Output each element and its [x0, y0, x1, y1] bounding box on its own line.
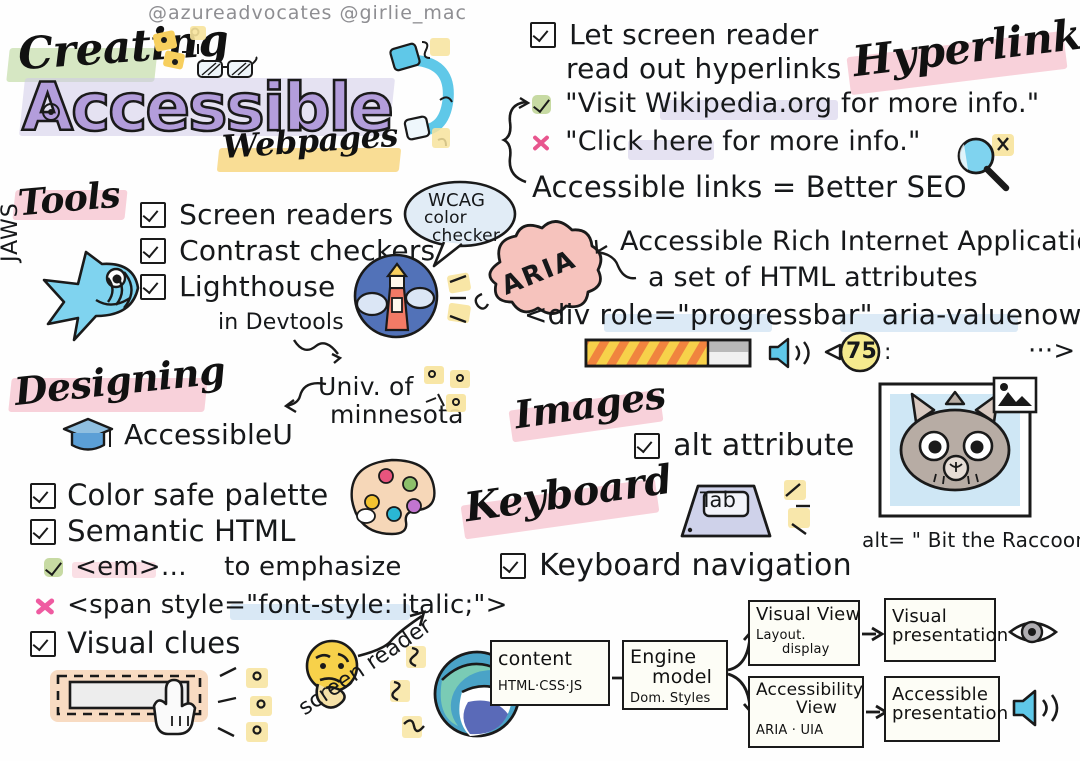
jaws-label: JAWS — [0, 202, 23, 262]
edge-sparkle-decor — [390, 646, 426, 738]
sound-waves-icon — [107, 271, 133, 309]
designing-item-1[interactable]: Color safe palette — [28, 478, 329, 512]
hyperlinks-item-1-line1: Let screen reader — [569, 18, 819, 51]
flow-node-accessibility-view-sub: ARIA · UIA — [756, 722, 824, 738]
sparkle-decor-2 — [424, 366, 470, 412]
cross-mark-icon — [530, 132, 552, 154]
hyperlinks-item-1-line2: read out hyperlinks — [566, 52, 842, 85]
devtools-note: in Devtools — [218, 310, 344, 335]
designing-item-3-label: <em>… — [75, 552, 187, 582]
seo-conclusion: Accessible links = Better SEO — [532, 170, 967, 204]
designing-item-2-label: Semantic HTML — [67, 514, 296, 548]
color-palette-icon — [350, 458, 436, 536]
keyboard-item-1-label: Keyboard navigation — [539, 548, 852, 583]
keyboard-sparkle-decor — [784, 480, 810, 535]
cross-mark-icon — [34, 595, 56, 617]
speaker-icon-2 — [1012, 689, 1059, 727]
hyperlinks-item-3-label: "Click here for more info." — [565, 126, 921, 157]
hyperlinks-item-1[interactable]: Let screen reader — [528, 18, 819, 51]
checkbox-icon[interactable] — [28, 518, 56, 545]
progress-value-label: 75 — [846, 339, 878, 364]
tools-heading: Tools — [16, 173, 122, 225]
wcag-bubble-line2: color — [424, 208, 467, 228]
designing-item-4-label: <span style="font-style: italic;"> — [67, 590, 508, 620]
checkbox-icon[interactable] — [498, 552, 526, 579]
flow-node-accessible-presentation[interactable]: Accessible presentation — [884, 676, 1009, 748]
flow-node-content[interactable]: content HTML·CSS·JS — [490, 640, 616, 712]
graduation-cap-icon — [62, 417, 114, 451]
checkbox-icon[interactable] — [528, 21, 556, 48]
progressbar-graphic — [584, 338, 752, 368]
aria-subtitle: a set of HTML attributes — [648, 262, 978, 293]
designing-item-3-suffix: to emphasize — [224, 552, 402, 582]
aria-expansion: Accessible Rich Internet Applications — [620, 226, 1080, 257]
alt-caption: alt= " Bit the Raccoon " — [862, 528, 1080, 552]
checkbox-icon[interactable] — [138, 201, 166, 228]
designing-item-2[interactable]: Semantic HTML — [28, 514, 296, 548]
aria-code-tail: ···> — [1028, 336, 1076, 366]
images-item-1-label: alt attribute — [673, 428, 855, 463]
flow-node-content-sub: HTML·CSS·JS — [498, 678, 583, 694]
designing-item-3[interactable]: <em>… to emphasize — [44, 552, 402, 582]
hyperlinks-item-2-label: "Visit Wikipedia.org for more info." — [565, 88, 1040, 119]
confetti-decor — [152, 26, 206, 70]
checkbox-icon[interactable] — [28, 482, 56, 509]
flow-node-visual-view-title: Visual View — [756, 604, 861, 625]
sketchnote-canvas: @azureadvocates @girlie_mac Creating Acc… — [0, 0, 1080, 761]
aria-code-snippet: <div role="progressbar" aria-valuenow="7… — [524, 298, 1080, 331]
checkbox-icon[interactable] — [28, 630, 56, 657]
check-mark-icon — [44, 557, 64, 579]
flow-node-visual-view[interactable]: Visual View Layout. display — [748, 600, 866, 672]
list-item[interactable]: Screen readers — [138, 198, 435, 234]
flow-node-visual-view-sub1: Layout. — [756, 627, 806, 643]
flow-node-accessible-presentation-title2: presentation — [892, 702, 1009, 724]
flow-node-visual-presentation[interactable]: Visual presentation — [884, 598, 1009, 668]
designing-item-5-label: Visual clues — [67, 626, 241, 660]
hyperlinks-brace — [501, 96, 531, 184]
flow-node-accessibility-view[interactable]: Accessibility View ARIA · UIA — [748, 676, 870, 754]
flow-node-visual-presentation-title2: presentation — [892, 624, 1009, 646]
flow-node-visual-view-sub2: display — [782, 641, 830, 657]
designing-item-5[interactable]: Visual clues — [28, 626, 241, 660]
flow-node-accessibility-view-title2: View — [796, 697, 838, 718]
designing-item-4[interactable]: <span style="font-style: italic;"> — [34, 590, 508, 620]
devtools-arrow — [292, 339, 343, 364]
flow-node-content-title: content — [498, 648, 573, 670]
title-loop-decor — [389, 38, 454, 148]
magnifier-icon — [957, 134, 1014, 192]
checkbox-icon[interactable] — [632, 432, 660, 459]
flow-node-engine-title2: model — [652, 665, 713, 688]
keyboard-item-1[interactable]: Keyboard navigation — [498, 548, 852, 583]
hyperlinks-item-3[interactable]: "Click here for more info." — [530, 126, 921, 157]
minnesota-note-line1: Univ. of — [318, 372, 414, 401]
designing-item-1-label: Color safe palette — [67, 478, 329, 512]
raccoon-image-frame — [878, 376, 1038, 518]
progress-colon-decor: : — [884, 340, 892, 365]
check-mark-icon — [532, 94, 552, 116]
speaker-icon — [768, 337, 810, 369]
flow-node-engine-title1: Engine — [630, 646, 697, 668]
focus-ring-graphic — [50, 670, 208, 736]
eye-icon — [1007, 620, 1059, 644]
click-sparks-decor — [217, 666, 272, 742]
tab-key-label: Tab — [700, 488, 737, 512]
list-item-label: Screen readers — [179, 198, 394, 231]
hyperlinks-item-2[interactable]: "Visit Wikipedia.org for more info." — [532, 88, 1039, 119]
list-item-label: Lighthouse — [179, 270, 336, 303]
flow-node-engine-sub: Dom. Styles — [630, 690, 711, 706]
flow-node-engine[interactable]: Engine model Dom. Styles — [622, 640, 734, 716]
accessible-u-label: AccessibleU — [124, 418, 294, 451]
